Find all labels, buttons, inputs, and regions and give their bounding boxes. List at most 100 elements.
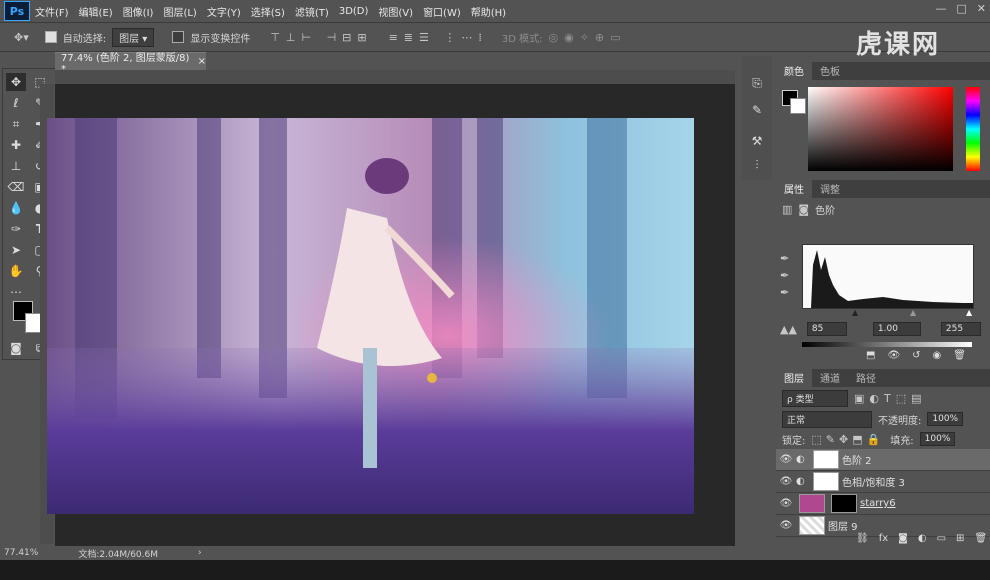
menu-window[interactable]: 窗口(W) [418, 4, 466, 19]
black-point-slider[interactable]: ▲ [852, 308, 858, 317]
menu-layer[interactable]: 图层(L) [158, 4, 201, 19]
layer-row-levels[interactable]: 👁 ◐ 色阶 2 [776, 449, 990, 471]
layer-mask-thumbnail[interactable] [813, 472, 839, 491]
output-levels-bar[interactable] [802, 342, 972, 347]
3d-mode-icons[interactable]: ◎◉✧⊕▭ [549, 31, 627, 44]
layer-visibility-icon[interactable]: 👁 [776, 454, 796, 465]
pen-tool-icon[interactable]: ✑ [6, 220, 26, 238]
tab-layers[interactable]: 图层 [776, 368, 812, 387]
move-tool-icon[interactable]: ✥ [6, 73, 26, 91]
document-tab[interactable]: 77.4% (色阶 2, 图层蒙版/8) * × [55, 52, 206, 75]
layer-row-starry[interactable]: 👁 starry6 [776, 493, 990, 515]
mask-icon[interactable]: ◙ [798, 203, 809, 216]
menu-help[interactable]: 帮助(H) [466, 4, 511, 19]
move-tool-icon[interactable]: ✥▾ [14, 31, 29, 44]
layer-kind-filter[interactable]: ρ 类型 [782, 389, 848, 407]
layer-visibility-icon[interactable]: 👁 [776, 520, 796, 531]
close-tab-icon[interactable]: × [198, 56, 206, 67]
hue-slider[interactable] [966, 87, 980, 171]
minimize-button[interactable]: — [935, 2, 946, 15]
tab-channels[interactable]: 通道 [812, 368, 848, 387]
brush-panel-icon[interactable]: ✎ [747, 101, 767, 119]
menu-3d[interactable]: 3D(D) [334, 6, 374, 17]
layer-name[interactable]: starry6 [860, 498, 896, 509]
gamma-slider[interactable]: ▲ [910, 308, 916, 317]
reset-icon[interactable]: ↺ [912, 350, 920, 361]
input-white-field[interactable]: 255 [940, 322, 981, 336]
menu-image[interactable]: 图像(I) [118, 4, 159, 19]
blur-tool-icon[interactable]: 💧 [6, 199, 26, 217]
tab-adjustments[interactable]: 调整 [812, 179, 848, 198]
auto-select-checkbox[interactable] [44, 31, 57, 43]
eraser-tool-icon[interactable]: ⌫ [6, 178, 26, 196]
layer-visibility-icon[interactable]: 👁 [776, 498, 796, 509]
new-layer-icon[interactable]: ⊞ [956, 533, 964, 544]
tab-properties[interactable]: 属性 [776, 179, 812, 198]
distribute-icons[interactable]: ≡≣☰ ⋮⋯⁞ [389, 31, 488, 44]
clip-to-layer-icon[interactable]: ⬒ [866, 350, 875, 361]
menu-filter[interactable]: 滤镜(T) [290, 4, 334, 19]
show-transform-checkbox[interactable] [172, 31, 185, 43]
delete-layer-icon[interactable]: 🗑 [974, 533, 987, 544]
layer-style-icon[interactable]: fx [879, 533, 888, 544]
view-previous-icon[interactable]: 👁 [887, 350, 900, 361]
new-group-icon[interactable]: ▭ [937, 533, 946, 544]
layer-row-hue-sat[interactable]: 👁 ◐ 色相/饱和度 3 [776, 471, 990, 493]
horizontal-ruler[interactable] [55, 70, 735, 85]
tab-paths[interactable]: 路径 [848, 368, 884, 387]
layer-name[interactable]: 图层 9 [828, 518, 858, 533]
tool-presets-icon[interactable]: ⚒ [747, 132, 767, 150]
blend-mode-dropdown[interactable]: 正常 [782, 410, 872, 428]
quick-mask-icon[interactable]: ◙ [6, 339, 26, 357]
layer-thumbnail[interactable] [799, 494, 825, 513]
delete-adjustment-icon[interactable]: 🗑 [953, 350, 966, 361]
filter-icons[interactable]: ▣◐T⬚▤ [854, 392, 927, 405]
fill-field[interactable]: 100% [919, 432, 956, 446]
levels-slider-track[interactable]: ▲ ▲ ▲ [802, 308, 972, 317]
layer-visibility-icon[interactable]: 👁 [776, 476, 796, 487]
tab-swatches[interactable]: 色板 [812, 61, 848, 80]
adjust-panel-icon[interactable]: ⫶ [747, 156, 767, 174]
menu-edit[interactable]: 编辑(E) [74, 4, 118, 19]
layer-name[interactable]: 色阶 2 [842, 452, 872, 467]
layer-mask-thumbnail[interactable] [813, 450, 839, 469]
status-menu-arrow[interactable]: › [198, 548, 202, 558]
healing-brush-icon[interactable]: ✚ [6, 136, 26, 154]
auto-levels-icon[interactable]: ▲▲ [780, 323, 797, 336]
color-background-swatch[interactable] [790, 98, 806, 114]
hand-tool-icon[interactable]: ✋ [6, 262, 26, 280]
layer-mask-thumbnail[interactable] [831, 494, 857, 513]
canvas-image[interactable] [47, 118, 694, 514]
opacity-field[interactable]: 100% [927, 412, 964, 426]
menu-file[interactable]: 文件(F) [30, 4, 74, 19]
add-mask-icon[interactable]: ◙ [898, 533, 908, 544]
auto-select-dropdown[interactable]: 图层 ▾ [112, 27, 155, 47]
tab-color[interactable]: 颜色 [776, 61, 812, 80]
layer-thumbnail[interactable] [799, 516, 825, 535]
input-black-field[interactable]: 85 [806, 322, 847, 336]
eyedropper-icons[interactable]: ✒ ✒ ✒ [780, 250, 789, 301]
clone-stamp-icon[interactable]: ⊥ [6, 157, 26, 175]
lock-icons[interactable]: ⬚✎✥⬒🔒 [811, 433, 884, 446]
new-adjustment-icon[interactable]: ◐ [918, 533, 927, 544]
menu-select[interactable]: 选择(S) [246, 4, 290, 19]
window-controls: — □ ✕ [935, 2, 986, 15]
maximize-button[interactable]: □ [956, 2, 966, 15]
zoom-level[interactable]: 77.41% [4, 548, 38, 558]
more-tools-icon[interactable]: ⋯ [6, 283, 26, 301]
path-select-icon[interactable]: ➤ [6, 241, 26, 259]
visibility-icon[interactable]: ◉ [933, 350, 942, 361]
close-window-button[interactable]: ✕ [977, 2, 986, 15]
layers-tabs: 图层 通道 路径 [776, 368, 990, 387]
layer-name[interactable]: 色相/饱和度 3 [842, 474, 905, 489]
menu-view[interactable]: 视图(V) [373, 4, 418, 19]
menu-type[interactable]: 文字(Y) [202, 4, 246, 19]
input-gamma-field[interactable]: 1.00 [872, 322, 921, 336]
link-layers-icon[interactable]: ⛓ [856, 533, 869, 544]
crop-tool-icon[interactable]: ⌗ [6, 115, 26, 133]
history-panel-icon[interactable]: ⎘ [747, 74, 767, 92]
color-picker-field[interactable] [808, 87, 953, 171]
align-icons[interactable]: ⊤⊥⊢ ⊣⊟⊞ [270, 31, 372, 44]
white-point-slider[interactable]: ▲ [966, 308, 972, 317]
lasso-tool-icon[interactable]: ℓ [6, 94, 26, 112]
